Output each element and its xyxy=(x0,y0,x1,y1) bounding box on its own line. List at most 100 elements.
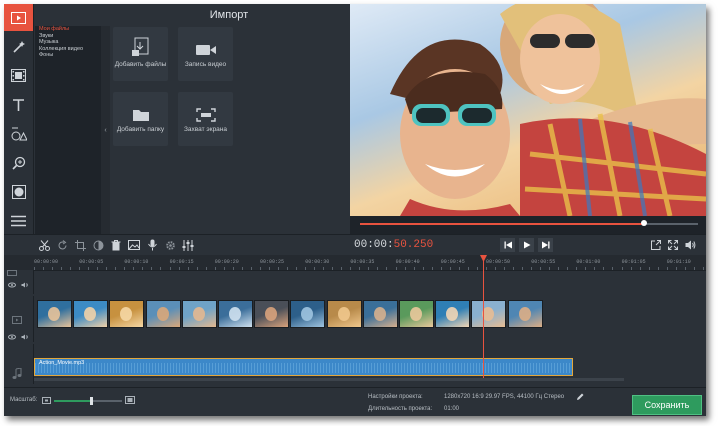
ruler-tick-mark xyxy=(205,267,207,270)
previous-frame-button[interactable] xyxy=(500,238,515,252)
seek-handle[interactable] xyxy=(640,220,647,226)
playback-timecode: 00:00:50.250 xyxy=(354,239,433,251)
save-button[interactable]: Сохранить xyxy=(632,395,702,415)
playhead-line[interactable] xyxy=(483,255,484,379)
scissors-icon xyxy=(38,239,50,251)
ruler-tick-mark xyxy=(476,267,478,270)
more-tools-button[interactable] xyxy=(4,207,33,234)
duration-label: Длительность проекта: xyxy=(368,406,433,412)
ruler-tick-mark xyxy=(449,267,451,270)
cut-button[interactable] xyxy=(36,235,52,255)
zoom-slider-handle[interactable] xyxy=(90,397,94,405)
ruler-tick-label: 00:01:00 xyxy=(576,259,601,265)
image-button[interactable] xyxy=(126,235,142,255)
screen-capture-tile[interactable]: Захват экрана xyxy=(178,92,233,146)
ruler-tick-mark xyxy=(522,267,523,270)
thumbnail-subject xyxy=(265,307,278,321)
video-clip-thumbnail[interactable] xyxy=(290,300,326,328)
ruler-tick-mark xyxy=(440,267,442,270)
filters-tool-button[interactable] xyxy=(4,33,33,60)
next-frame-button[interactable] xyxy=(538,238,553,252)
film-import-icon xyxy=(11,11,26,24)
text-icon xyxy=(13,98,24,111)
folder-icon xyxy=(132,110,149,121)
record-audio-button[interactable] xyxy=(144,235,160,255)
zoom-out-icon[interactable] xyxy=(42,397,51,404)
video-clip-thumbnail[interactable] xyxy=(326,300,362,328)
video-clip-thumbnail[interactable] xyxy=(435,300,471,328)
video-clip-thumbnail[interactable] xyxy=(399,300,434,328)
ruler-tick-mark xyxy=(639,267,641,270)
ruler-tick-mark xyxy=(684,267,686,270)
zoom-tool-button[interactable] xyxy=(4,149,33,176)
mute-icon[interactable] xyxy=(21,282,29,288)
ruler-tick-mark xyxy=(232,267,234,270)
equalizer-button[interactable] xyxy=(180,235,196,255)
color-adjust-button[interactable] xyxy=(90,235,106,255)
fullscreen-icon xyxy=(668,240,678,250)
video-clip-thumbnail[interactable] xyxy=(254,300,290,328)
popout-preview-button[interactable] xyxy=(648,235,664,255)
ruler-tick-mark xyxy=(52,267,53,270)
transitions-tool-button[interactable] xyxy=(4,62,33,89)
video-clip-thumbnail[interactable] xyxy=(507,300,543,328)
import-tool-button[interactable] xyxy=(4,4,33,31)
thumbnail-subject xyxy=(84,307,97,321)
ruler-tick-mark xyxy=(458,267,460,270)
zoom-slider[interactable] xyxy=(54,397,122,405)
ruler-tick-mark xyxy=(467,267,469,270)
ruler-tick-label: 00:00:40 xyxy=(395,259,420,265)
record-video-tile[interactable]: Запись видео xyxy=(178,27,233,81)
eye-icon[interactable] xyxy=(8,282,16,288)
play-button[interactable] xyxy=(519,238,534,252)
app-window: Мои файлы Звуки Музыка Коллекция видео Ф… xyxy=(4,4,706,416)
crop-button[interactable] xyxy=(72,235,88,255)
add-files-tile[interactable]: Добавить файлы xyxy=(113,27,168,81)
crop-icon xyxy=(74,239,86,251)
video-track-header xyxy=(4,296,34,342)
ruler-tick-mark xyxy=(486,267,487,270)
seek-track[interactable] xyxy=(360,220,698,226)
timeline-ruler[interactable]: 00:00:00 00:00:05 00:00:10 00:00:15 00:00:20… xyxy=(4,255,706,271)
timeline-scrollbar[interactable] xyxy=(34,378,624,381)
eye-icon[interactable] xyxy=(8,334,16,340)
add-folder-tile[interactable]: Добавить папку xyxy=(113,92,168,146)
video-clip-thumbnail[interactable] xyxy=(73,300,109,328)
ruler-tick-mark xyxy=(368,267,370,270)
zoom-slider-fill xyxy=(54,400,92,402)
video-clip-thumbnail[interactable] xyxy=(145,300,181,328)
video-clip-thumbnail[interactable] xyxy=(362,300,398,328)
text-track-icon xyxy=(7,270,17,276)
fullscreen-button[interactable] xyxy=(665,235,681,255)
zoom-in-icon[interactable] xyxy=(125,396,135,404)
highlight-tool-button[interactable] xyxy=(4,178,33,205)
pencil-icon[interactable] xyxy=(576,393,584,401)
video-preview[interactable] xyxy=(350,4,706,216)
video-clip-thumbnail[interactable] xyxy=(109,300,145,328)
collapse-panel-button[interactable]: ‹ xyxy=(101,26,110,234)
list-icon xyxy=(11,215,26,226)
rotate-button[interactable] xyxy=(54,235,70,255)
rotate-icon xyxy=(58,239,66,249)
video-clip-thumbnail[interactable] xyxy=(218,300,253,328)
left-toolbar xyxy=(4,4,34,234)
video-clip-thumbnail[interactable] xyxy=(181,300,217,328)
skip-forward-icon xyxy=(541,241,549,249)
mute-icon[interactable] xyxy=(21,334,29,340)
category-backgrounds[interactable]: Фоны xyxy=(35,52,101,59)
stickers-tool-button[interactable] xyxy=(4,120,33,147)
ruler-tick-mark xyxy=(214,267,216,270)
delete-button[interactable] xyxy=(108,235,124,255)
clip-settings-button[interactable] xyxy=(162,235,178,255)
video-clip-thumbnail[interactable] xyxy=(37,300,72,328)
ruler-tick-label: 00:01:10 xyxy=(666,259,691,265)
audio-clip[interactable]: Action_Movie.mp3 xyxy=(34,358,573,376)
preview-seek-bar[interactable] xyxy=(350,216,706,234)
video-clip-thumbnail[interactable] xyxy=(471,300,507,328)
ruler-tick-mark xyxy=(621,267,623,270)
add-folder-label: Добавить папку xyxy=(116,126,165,133)
titles-tool-button[interactable] xyxy=(4,91,33,118)
camera-icon xyxy=(195,45,216,55)
volume-button[interactable] xyxy=(682,235,698,255)
audio-track-header xyxy=(4,344,34,384)
